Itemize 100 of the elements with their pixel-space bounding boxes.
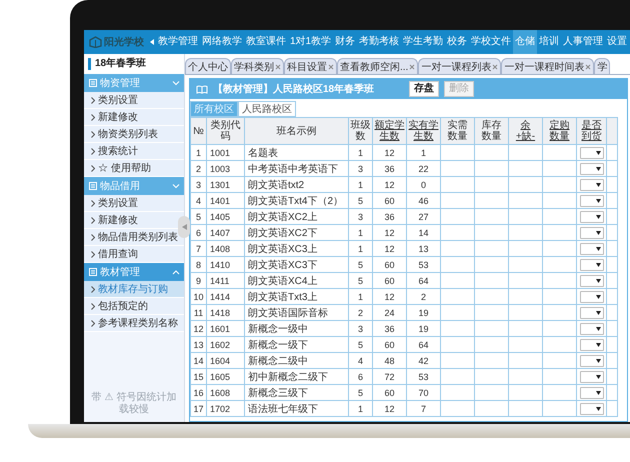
select-field[interactable] [580,194,604,206]
select-field[interactable] [580,242,604,254]
table-cell: 14 [406,224,440,240]
nav-item[interactable]: 教学管理 [156,30,200,54]
caret-left-icon[interactable] [148,38,156,46]
table-cell: 1003 [206,160,244,176]
select-field[interactable] [580,226,604,238]
nav-item[interactable]: 设置 [605,30,630,54]
dropdown-arrow-icon [596,294,600,298]
table-cell: 14 [190,352,206,368]
column-header[interactable]: 实有学生数 [406,118,440,144]
table-cell: 朗文英语txt2 [244,176,348,192]
table-cell: 6 [348,368,372,384]
dropdown-arrow-icon [596,262,600,266]
collapse-handle[interactable] [178,216,190,238]
sidebar-item[interactable]: 参考课程类别名称 [84,315,184,332]
chevron-right-icon [91,234,95,240]
table-cell: 48 [372,352,406,368]
column-header: 类别代码 [206,118,244,144]
column-header[interactable]: 是否到货 [576,118,606,144]
tab[interactable]: 个人中心 [185,58,231,74]
table-cell: 12 [372,400,406,416]
table-cell: 1001 [206,144,244,160]
sidebar-item[interactable]: 新建修改 [84,212,184,229]
select-field[interactable] [580,290,604,302]
chevron-right-icon [91,286,95,292]
tab[interactable]: 科目设置 [284,58,337,74]
select-field[interactable] [580,338,604,350]
column-header[interactable]: 定购数量 [542,118,576,144]
nav-item[interactable]: 教室课件 [244,30,288,54]
chevron-right-icon [91,96,95,104]
tab[interactable]: 查看教师空闲... [337,58,418,74]
table-cell: 1605 [206,368,244,384]
select-field[interactable] [580,370,604,382]
table-cell: 7 [190,240,206,256]
sidebar-item[interactable]: 搜索统计 [84,143,184,160]
chevron-right-icon [91,164,95,172]
table-cell: 名题表 [244,144,348,160]
table-cell: 24 [372,304,406,320]
select-field[interactable] [580,386,604,398]
nav-item[interactable]: 财务 [333,30,358,54]
sidebar-item[interactable]: 物品借用类别列表 [84,229,184,246]
chevron-right-icon [91,130,95,138]
select-field[interactable] [580,146,604,158]
column-header[interactable]: 余+缺- [508,118,542,144]
sidebar-item[interactable]: 类别设置 [84,92,184,109]
table-cell: 3 [348,208,372,224]
nav-item[interactable]: 学生考勤 [401,30,446,54]
dropdown-arrow-icon [596,230,600,234]
select-field[interactable] [580,162,604,174]
select-field[interactable] [580,178,604,190]
nav-item[interactable]: 人事管理 [561,30,606,54]
tab[interactable]: 学科类别 [231,58,284,74]
dropdown-arrow-icon [596,246,600,250]
close-icon[interactable] [409,64,416,70]
table-cell: 新概念二级中 [244,352,348,368]
table-cell: 19 [406,304,440,320]
table-cell: 10 [190,288,206,304]
tab[interactable]: 一对一课程时间表 [501,58,594,74]
chevron-right-icon [91,114,95,120]
close-icon[interactable] [585,64,592,70]
select-field[interactable] [580,258,604,270]
nav-item[interactable]: 网络教学 [200,30,244,54]
table-cell: 1408 [206,240,244,256]
close-icon[interactable] [328,64,334,70]
table-cell: 朗文英语XC3下 [244,256,348,272]
table-cell: 朗文英语XC4上 [244,272,348,288]
select-field[interactable] [580,306,604,318]
close-icon[interactable] [492,64,498,70]
dropdown-arrow-icon [596,214,600,218]
save-button[interactable]: 存盘 [409,81,440,97]
select-field[interactable] [580,274,604,286]
sidebar-item[interactable]: ☆ 使用帮助 [84,160,184,177]
table-cell: 语法班七年级下 [244,400,348,416]
list-icon [89,79,97,87]
tab[interactable]: 学 [594,58,610,74]
nav-item[interactable]: 学校文件 [469,30,514,54]
select-field[interactable] [580,402,604,414]
tab[interactable]: 一对一课程列表 [418,58,502,74]
sidebar-item[interactable]: 物资类别列表 [84,126,184,143]
select-field[interactable] [580,354,604,366]
table-cell: 中考英语中考英语下 [244,160,348,176]
sidebar-item[interactable]: 包括预定的 [84,298,184,315]
column-header[interactable]: 额定学生数 [372,118,406,144]
table-cell: 17 [190,400,206,416]
nav-item[interactable]: 校务 [445,30,470,54]
table-cell: 新概念一级中 [244,320,348,336]
select-field[interactable] [580,210,604,222]
nav-item[interactable]: 培训 [537,30,562,54]
nav-item[interactable]: 1对1教学 [288,30,334,54]
close-icon[interactable] [275,64,281,70]
sidebar-item[interactable]: 新建修改 [84,109,184,126]
select-field[interactable] [580,322,604,334]
dropdown-arrow-icon [596,150,600,154]
table-cell: 36 [372,160,406,176]
nav-item[interactable]: 考勤考核 [357,30,402,54]
sidebar-item[interactable]: 类别设置 [84,195,184,212]
campus-tab[interactable]: 人民路校区 [238,101,296,117]
table-cell: 8 [190,256,206,272]
sidebar-item[interactable]: 借用查询 [84,246,184,263]
